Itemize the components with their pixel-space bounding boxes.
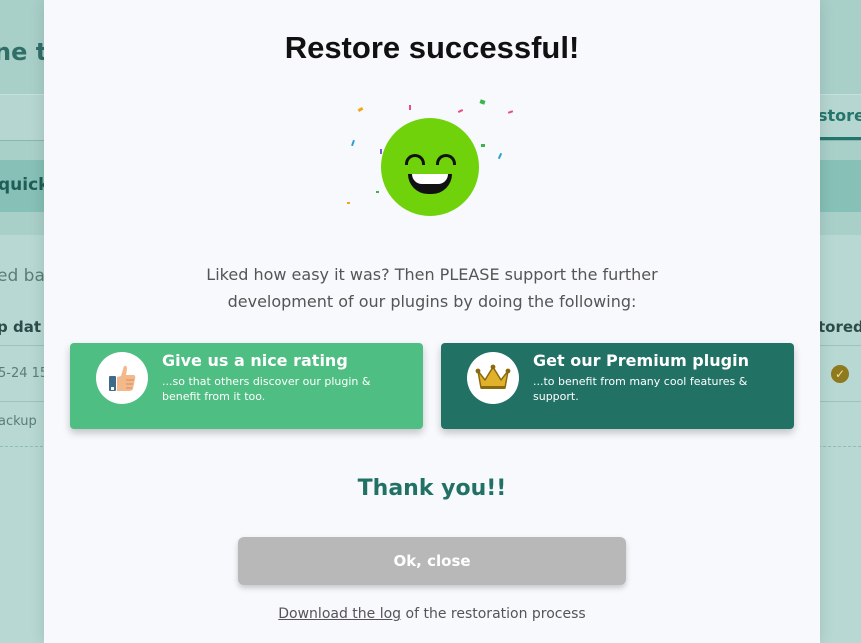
modal-title: Restore successful! <box>284 30 580 65</box>
footer-text: of the restoration process <box>401 606 586 622</box>
column-header-restored: tored <box>818 318 861 336</box>
happy-face-icon <box>381 118 479 216</box>
rating-card-subtitle: ...so that others discover our plugin & … <box>162 375 371 403</box>
right-eye <box>436 154 456 165</box>
give-rating-button[interactable]: Give us a nice rating ...so that others … <box>70 343 423 429</box>
quick-bar-label: quick <box>0 175 50 195</box>
download-log-footer: Download the log of the restoration proc… <box>44 606 820 622</box>
active-tab-indicator <box>818 137 861 140</box>
table-cell-date: 5-24 15 <box>0 366 49 381</box>
restore-success-modal: Restore successful! Liked how easy it wa… <box>44 0 820 643</box>
download-log-link[interactable]: Download the log <box>278 606 401 622</box>
premium-card-subtitle: ...to benefit from many cool features & … <box>533 375 748 403</box>
backup-label: ackup <box>0 414 37 429</box>
support-description: Liked how easy it was? Then PLEASE suppo… <box>144 261 720 315</box>
rating-card-title: Give us a nice rating <box>162 351 348 370</box>
restored-check-icon: ✓ <box>831 365 849 383</box>
thumbs-up-icon <box>96 352 148 404</box>
tab-restore[interactable]: store <box>818 106 861 125</box>
column-header-date: p dat <box>0 318 41 336</box>
left-eye <box>405 154 425 165</box>
get-premium-button[interactable]: Get our Premium plugin ...to benefit fro… <box>441 343 794 429</box>
description-line-1: Liked how easy it was? Then PLEASE suppo… <box>206 265 658 284</box>
thank-you-text: Thank you!! <box>357 476 507 501</box>
crown-icon <box>467 352 519 404</box>
premium-card-title: Get our Premium plugin <box>533 351 749 370</box>
description-line-2: development of our plugins by doing the … <box>227 292 637 311</box>
smile-mouth <box>408 174 452 194</box>
backups-caption: ed ba <box>0 266 45 286</box>
ok-close-button[interactable]: Ok, close <box>238 537 626 585</box>
